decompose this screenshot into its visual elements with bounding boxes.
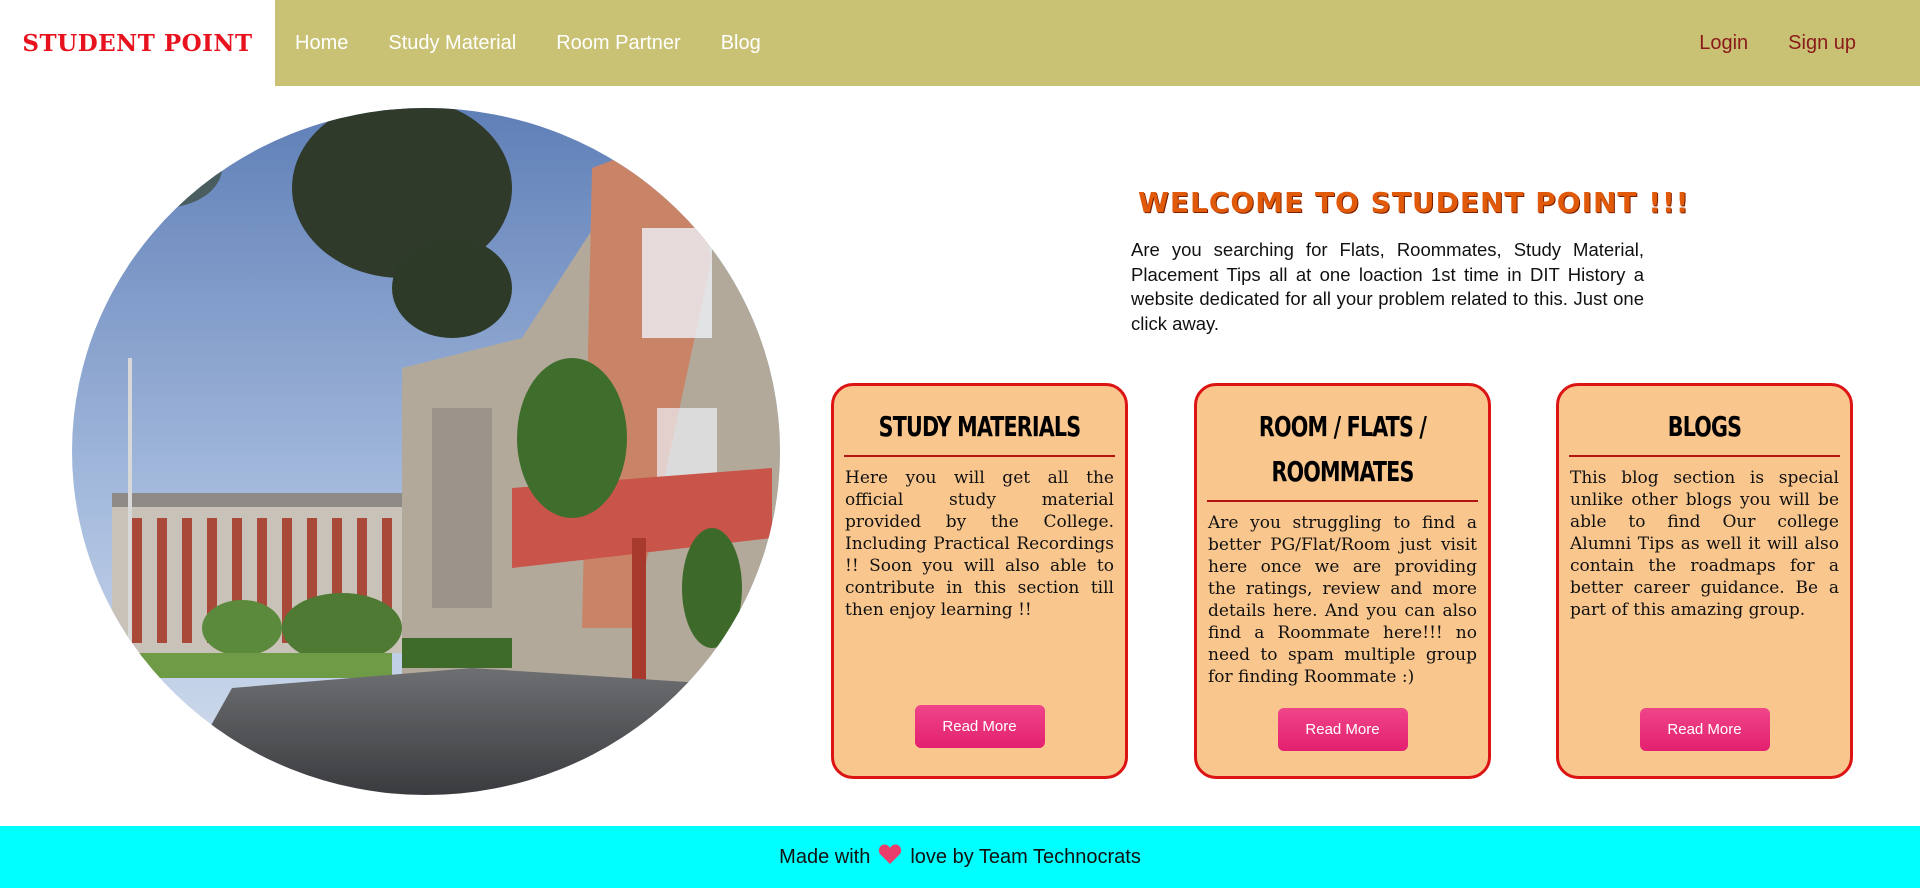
nav-home-link[interactable]: Home: [295, 32, 348, 55]
heart-icon: [878, 843, 902, 871]
nav-study-material-link[interactable]: Study Material: [388, 32, 516, 55]
footer-text-before: Made with: [779, 845, 871, 868]
campus-image: [72, 108, 780, 795]
blogs-read-more-button[interactable]: Read More: [1639, 708, 1770, 751]
auth-links: Login Sign up: [1699, 0, 1856, 86]
brand-logo[interactable]: STUDENT POINT: [0, 0, 275, 86]
brand-name: STUDENT POINT: [22, 29, 253, 57]
blogs-card: BLOGS This blog section is special unlik…: [1556, 383, 1853, 779]
card-divider: [844, 455, 1115, 457]
room-flats-read-more-button[interactable]: Read More: [1277, 708, 1408, 751]
card-description: This blog section is special unlike othe…: [1570, 468, 1839, 620]
welcome-heading: WELCOME TO STUDENT POINT !!!: [1138, 186, 1690, 219]
main-nav: Home Study Material Room Partner Blog: [295, 0, 761, 86]
card-description: Are you struggling to find a better PG/F…: [1208, 513, 1477, 687]
card-title: STUDY MATERIALS: [878, 410, 1081, 443]
room-flats-card: ROOM / FLATS / ROOMMATES Are you struggl…: [1194, 383, 1491, 779]
signup-link[interactable]: Sign up: [1788, 32, 1856, 55]
footer: Made with love by Team Technocrats: [0, 826, 1920, 888]
card-description: Here you will get all the official study…: [845, 468, 1114, 620]
login-link[interactable]: Login: [1699, 32, 1748, 55]
top-navbar: STUDENT POINT Home Study Material Room P…: [0, 0, 1920, 86]
card-divider: [1569, 455, 1840, 457]
card-title: ROOM / FLATS / ROOMMATES: [1258, 410, 1427, 488]
footer-text-after: love by Team Technocrats: [910, 845, 1141, 868]
card-divider: [1207, 500, 1478, 502]
card-title: BLOGS: [1667, 410, 1742, 443]
nav-room-partner-link[interactable]: Room Partner: [556, 32, 681, 55]
welcome-description: Are you searching for Flats, Roommates, …: [1131, 239, 1644, 334]
study-materials-read-more-button[interactable]: Read More: [914, 705, 1045, 748]
study-materials-card: STUDY MATERIALS Here you will get all th…: [831, 383, 1128, 779]
nav-blog-link[interactable]: Blog: [721, 32, 761, 55]
